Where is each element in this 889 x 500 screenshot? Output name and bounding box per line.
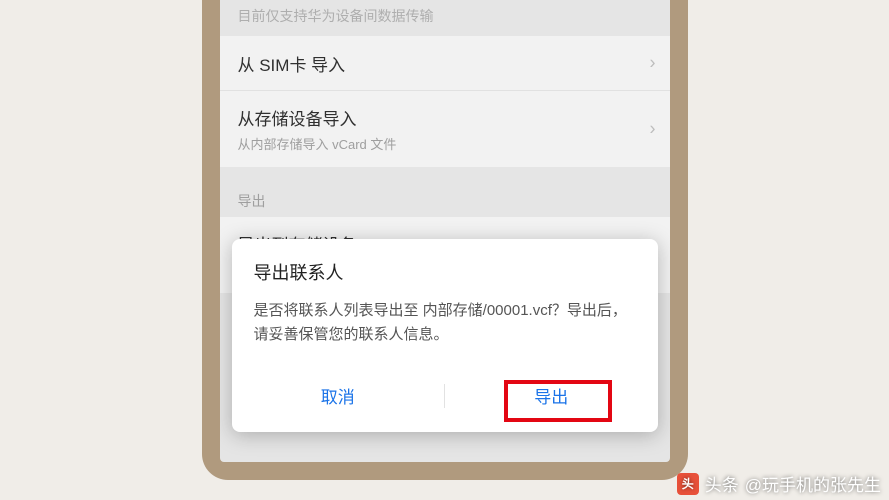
dialog-title: 导出联系人 bbox=[232, 259, 658, 299]
dialog-actions: 取消 导出 bbox=[232, 365, 658, 432]
toutiao-logo-icon: 头 bbox=[677, 473, 699, 495]
watermark-author: @玩手机的张先生 bbox=[745, 471, 881, 496]
watermark-prefix: 头条 bbox=[705, 471, 739, 496]
export-dialog: 导出联系人 是否将联系人列表导出至 内部存储/00001.vcf？导出后，请妥善… bbox=[232, 239, 658, 432]
watermark: 头 头条 @玩手机的张先生 bbox=[677, 471, 881, 496]
cancel-button[interactable]: 取消 bbox=[232, 373, 445, 418]
confirm-export-button[interactable]: 导出 bbox=[445, 373, 658, 418]
phone-frame: 目前仅支持华为设备间数据传输 从 SIM卡 导入 › 从存储设备导入 从内部存储… bbox=[202, 0, 688, 480]
phone-screen: 目前仅支持华为设备间数据传输 从 SIM卡 导入 › 从存储设备导入 从内部存储… bbox=[220, 0, 670, 462]
dialog-body: 是否将联系人列表导出至 内部存储/00001.vcf？导出后，请妥善保管您的联系… bbox=[232, 299, 658, 365]
